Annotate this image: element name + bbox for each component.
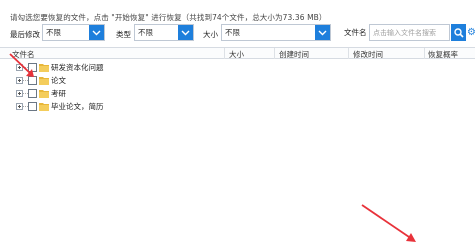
chevron-down-icon[interactable]	[89, 25, 104, 40]
annotation-arrow	[361, 204, 416, 242]
search-button[interactable]	[451, 24, 466, 41]
column-header-probability[interactable]: 恢复概率	[428, 49, 458, 60]
tree-row-label: 研发资本化问题	[51, 63, 104, 72]
column-divider[interactable]	[348, 48, 349, 59]
search-icon	[453, 27, 464, 38]
column-header-size[interactable]: 大小	[229, 49, 244, 60]
tree-row[interactable]: 研发资本化问题	[0, 61, 475, 74]
file-list-header: 文件名 大小 创建时间 修改时间 恢复概率	[0, 47, 475, 59]
row-checkbox[interactable]	[28, 89, 37, 98]
folder-icon	[39, 103, 49, 111]
tree-row[interactable]: 毕业论文，简历	[0, 100, 475, 113]
search-input[interactable]	[369, 24, 450, 41]
size-filter-value: 不限	[225, 28, 240, 37]
column-header-created[interactable]: 创建时间	[279, 49, 309, 60]
modified-filter-value: 不限	[46, 28, 61, 37]
type-filter-select[interactable]: 不限	[134, 24, 194, 41]
search-label: 文件名	[344, 28, 367, 37]
type-filter-label: 类型	[116, 30, 131, 39]
tree-row-label: 考研	[51, 89, 66, 98]
type-filter-value: 不限	[138, 28, 153, 37]
modified-filter-select[interactable]: 不限	[42, 24, 105, 41]
folder-icon	[39, 77, 49, 85]
tree-row[interactable]: 论文	[0, 74, 475, 87]
modified-filter-label: 最后修改	[10, 30, 40, 39]
folder-icon	[39, 64, 49, 72]
tree-row-label: 毕业论文，简历	[51, 102, 104, 111]
chevron-down-icon[interactable]	[315, 25, 330, 40]
folder-icon	[39, 90, 49, 98]
column-header-modified[interactable]: 修改时间	[353, 49, 383, 60]
status-hint: 请勾选您要恢复的文件，点击 "开始恢复" 进行恢复（共找到74个文件，总大小为7…	[10, 13, 327, 22]
column-divider[interactable]	[274, 48, 275, 59]
annotation-arrow	[9, 53, 34, 77]
size-filter-label: 大小	[203, 30, 218, 39]
column-divider[interactable]	[424, 48, 425, 59]
expand-icon[interactable]	[16, 103, 23, 110]
expand-icon[interactable]	[16, 90, 23, 97]
size-filter-select[interactable]: 不限	[221, 24, 331, 41]
row-checkbox[interactable]	[28, 102, 37, 111]
tree-row[interactable]: 考研	[0, 87, 475, 100]
tree-row-label: 论文	[51, 76, 66, 85]
gear-icon[interactable]: ⚙	[467, 26, 475, 39]
column-divider[interactable]	[224, 48, 225, 59]
chevron-down-icon[interactable]	[178, 25, 193, 40]
